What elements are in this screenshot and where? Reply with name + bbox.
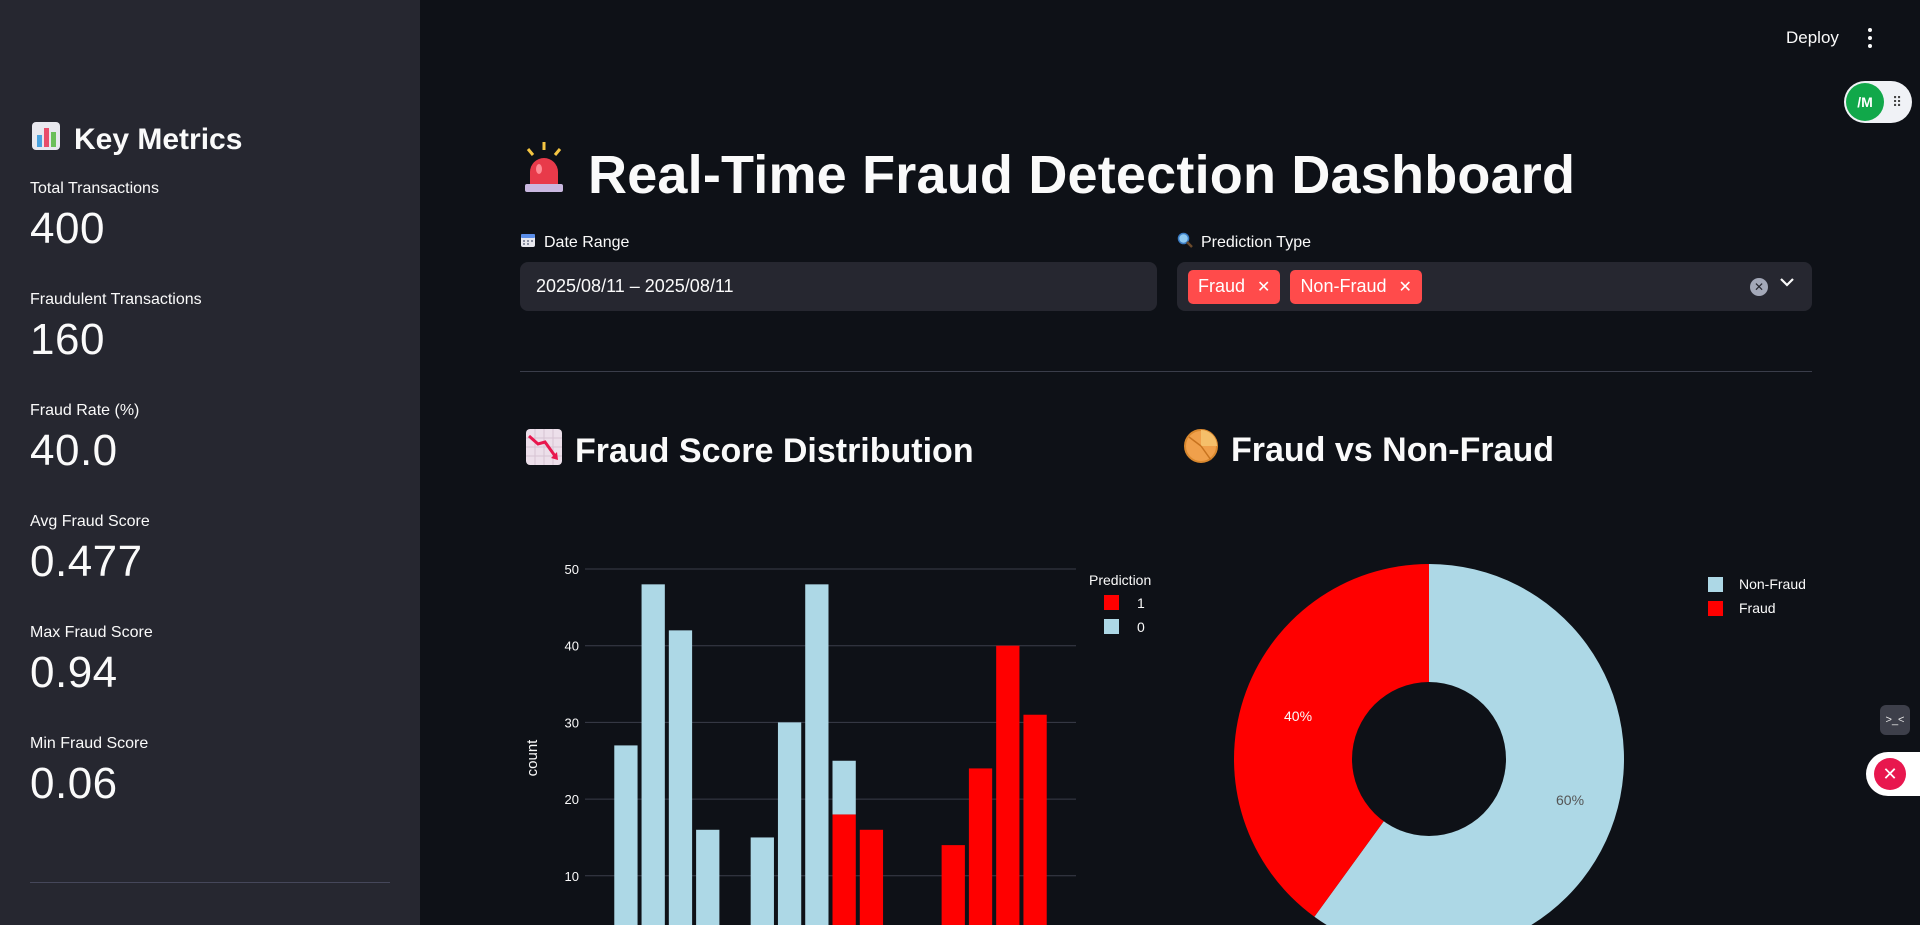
legend-swatch-0 xyxy=(1104,619,1119,634)
terminal-icon[interactable]: >_< xyxy=(1880,705,1910,735)
metric-value: 160 xyxy=(30,315,105,364)
magnifier-icon xyxy=(1177,232,1193,253)
y-axis-label: count xyxy=(524,739,541,777)
metric-value: 0.06 xyxy=(30,759,118,808)
histogram-bar-non-fraud[interactable] xyxy=(696,829,720,925)
pie-section-title-text: Fraud vs Non-Fraud xyxy=(1231,431,1555,469)
pie-icon xyxy=(1183,428,1219,473)
metric-label: Fraud Rate (%) xyxy=(30,402,140,419)
tag-label: Fraud xyxy=(1198,276,1246,296)
y-tick-label: 30 xyxy=(565,715,579,730)
metric-label: Min Fraud Score xyxy=(30,735,149,752)
y-tick-label: 20 xyxy=(565,792,579,807)
metric-min-fraud-score: Min Fraud Score 0.06 xyxy=(30,735,148,809)
histogram-bar-fraud[interactable] xyxy=(1023,714,1047,925)
metric-value: 400 xyxy=(30,204,105,253)
metric-label: Total Transactions xyxy=(30,180,159,197)
drag-handle-icon[interactable]: ⠿ xyxy=(1892,94,1902,111)
histogram-bar-fraud[interactable] xyxy=(968,768,993,925)
date-range-input[interactable]: 2025/08/11 – 2025/08/11 xyxy=(520,262,1157,311)
prediction-type-label: Prediction Type xyxy=(1177,232,1311,253)
metric-value: 0.477 xyxy=(30,537,143,586)
page-title-text: Real-Time Fraud Detection Dashboard xyxy=(588,144,1576,205)
histogram-section-title-text: Fraud Score Distribution xyxy=(575,432,974,470)
metric-label: Max Fraud Score xyxy=(30,624,153,641)
legend-swatch-fraud xyxy=(1708,601,1723,616)
metric-total-transactions: Total Transactions 400 xyxy=(30,180,159,254)
x-logo-icon: ✕ xyxy=(1874,758,1906,790)
calendar-icon xyxy=(520,232,536,253)
legend-entry-non-fraud: Non-Fraud xyxy=(1739,576,1806,592)
pie-slice-fraud[interactable] xyxy=(1234,564,1429,917)
page-title: Real-Time Fraud Detection Dashboard xyxy=(520,140,1575,209)
tag-label: Non-Fraud xyxy=(1300,276,1387,296)
divider xyxy=(520,371,1812,372)
metric-value: 40.0 xyxy=(30,426,118,475)
siren-icon xyxy=(520,140,568,209)
donut-hole xyxy=(1352,682,1506,836)
tag-non-fraud: Non-Fraud ✕ xyxy=(1290,269,1422,304)
clear-icon[interactable]: ✕ xyxy=(1750,278,1768,296)
legend-entry-fraud: Fraud xyxy=(1739,600,1776,616)
sidebar-title-text: Key Metrics xyxy=(74,123,243,156)
floating-extension-button[interactable]: ✕ xyxy=(1866,752,1920,796)
chevron-down-icon[interactable] xyxy=(1780,274,1794,292)
extension-logo-icon: /M xyxy=(1846,83,1884,121)
histogram-bar-fraud[interactable] xyxy=(832,814,856,925)
histogram-bar-non-fraud[interactable] xyxy=(832,760,856,815)
legend-swatch-non-fraud xyxy=(1708,577,1723,592)
sidebar: Key Metrics Total Transactions 400 Fraud… xyxy=(0,0,420,925)
metric-label: Fraudulent Transactions xyxy=(30,291,202,308)
legend-entry-0: 0 xyxy=(1137,619,1145,635)
y-tick-label: 40 xyxy=(565,639,579,654)
pie-label-fraud: 40% xyxy=(1284,708,1312,724)
y-tick-label: 50 xyxy=(565,562,579,577)
histogram-bar-non-fraud[interactable] xyxy=(777,722,802,925)
date-range-label: Date Range xyxy=(520,232,629,253)
histogram-bar-fraud[interactable] xyxy=(996,645,1020,925)
date-range-label-text: Date Range xyxy=(544,233,630,251)
metric-label: Avg Fraud Score xyxy=(30,513,150,530)
histogram-bar-fraud[interactable] xyxy=(859,829,884,925)
sidebar-title: Key Metrics xyxy=(30,120,242,160)
histogram-bar-non-fraud[interactable] xyxy=(750,837,774,925)
more-menu-icon[interactable] xyxy=(1866,28,1874,50)
remove-tag-icon[interactable]: ✕ xyxy=(1398,277,1411,297)
extension-toggle[interactable]: /M ⠿ xyxy=(1844,81,1912,123)
histogram-bar-fraud[interactable] xyxy=(941,845,965,925)
pie-section-title: Fraud vs Non-Fraud xyxy=(1183,428,1554,473)
histogram-bar-non-fraud[interactable] xyxy=(641,584,665,925)
prediction-type-multiselect[interactable]: Fraud ✕ Non-Fraud ✕ ✕ xyxy=(1177,262,1812,311)
histogram-bar-non-fraud[interactable] xyxy=(805,584,829,925)
metric-fraud-rate: Fraud Rate (%) 40.0 xyxy=(30,402,139,476)
pie-slice-non-fraud[interactable] xyxy=(1314,564,1624,925)
bar-chart-icon xyxy=(30,120,62,160)
y-tick-label: 10 xyxy=(565,869,579,884)
legend-swatch-1 xyxy=(1104,595,1119,610)
metric-avg-fraud-score: Avg Fraud Score 0.477 xyxy=(30,513,150,587)
metric-value: 0.94 xyxy=(30,648,118,697)
metric-max-fraud-score: Max Fraud Score 0.94 xyxy=(30,624,153,698)
chart-decreasing-icon xyxy=(525,428,563,475)
legend-entry-1: 1 xyxy=(1137,595,1145,611)
legend-title: Prediction xyxy=(1089,572,1151,588)
prediction-type-label-text: Prediction Type xyxy=(1201,233,1311,251)
pie-label-non-fraud: 60% xyxy=(1556,792,1584,808)
remove-tag-icon[interactable]: ✕ xyxy=(1257,277,1270,297)
histogram-section-title: Fraud Score Distribution xyxy=(525,428,974,475)
tag-fraud: Fraud ✕ xyxy=(1188,269,1281,304)
sidebar-divider xyxy=(30,882,390,883)
date-range-value: 2025/08/11 – 2025/08/11 xyxy=(536,276,734,296)
metric-fraudulent-transactions: Fraudulent Transactions 160 xyxy=(30,291,202,365)
deploy-button[interactable]: Deploy xyxy=(1786,28,1839,48)
histogram-bar-non-fraud[interactable] xyxy=(614,745,638,925)
histogram-bar-non-fraud[interactable] xyxy=(668,630,693,925)
